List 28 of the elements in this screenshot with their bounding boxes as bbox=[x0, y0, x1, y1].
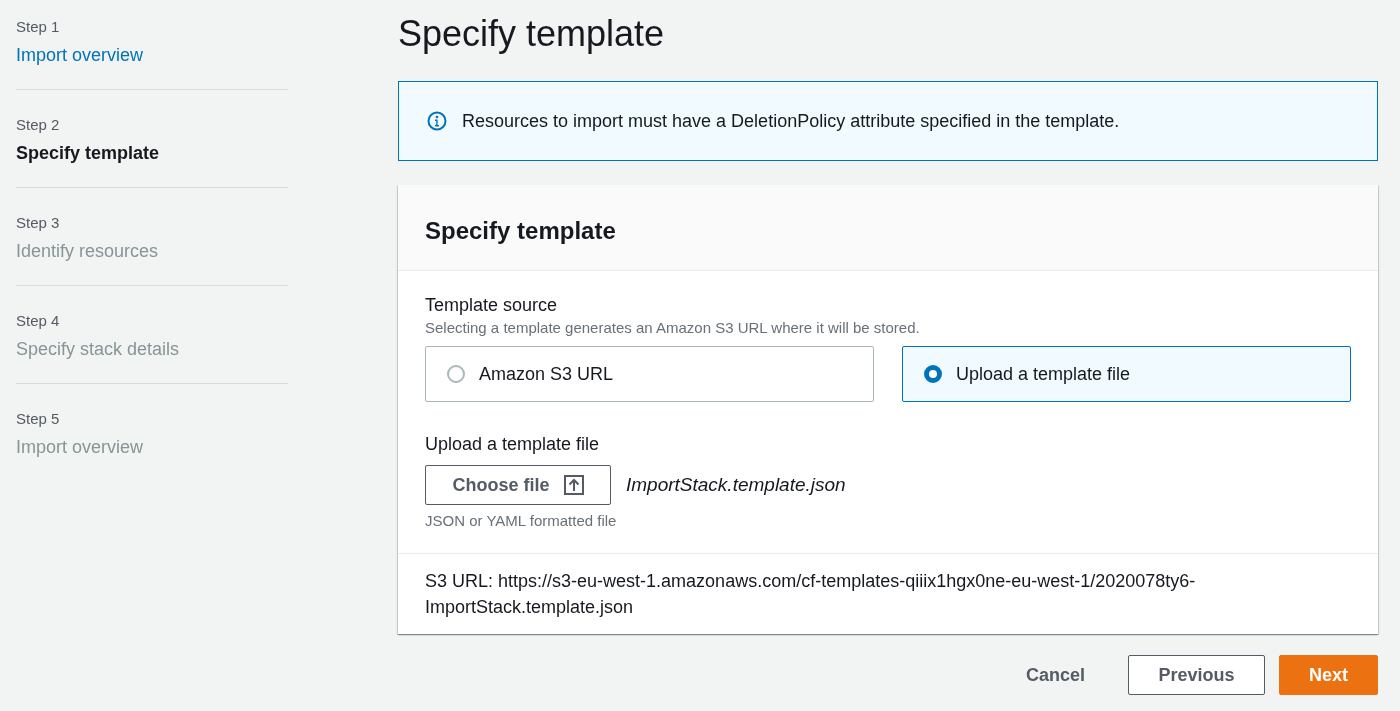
panel-title: Specify template bbox=[425, 216, 616, 246]
page-title: Specify template bbox=[398, 12, 665, 56]
step-title: Specify template bbox=[16, 142, 160, 165]
info-icon bbox=[427, 111, 447, 131]
step-label: Step 4 bbox=[16, 311, 60, 331]
step-label: Step 2 bbox=[16, 115, 60, 135]
field-label: Template source bbox=[425, 294, 558, 317]
previous-button[interactable]: Previous bbox=[1128, 655, 1265, 695]
upload-icon bbox=[563, 475, 584, 495]
step-title: Identify resources bbox=[16, 240, 159, 263]
s3-url-text: S3 URL: https://s3-eu-west-1.amazonaws.com/cf-templates-qiiix1hgx0ne-eu-west-1/2020078ty6-ImportStack.template.json bbox=[425, 570, 1197, 619]
radio-option[interactable]: Amazon S3 URL bbox=[425, 346, 874, 402]
step-title: Specify stack details bbox=[16, 338, 180, 361]
step-link[interactable]: Import overview bbox=[16, 41, 144, 69]
file-name: ImportStack.template.json bbox=[626, 472, 846, 497]
field-description: Selecting a template generates an Amazon S3 URL where it will be stored. bbox=[425, 318, 920, 338]
radio-option[interactable]: Upload a template file bbox=[902, 346, 1351, 402]
radio-button[interactable] bbox=[924, 365, 942, 383]
field-hint: JSON or YAML formatted file bbox=[425, 511, 617, 531]
radio-button[interactable] bbox=[447, 365, 465, 383]
alert-message: Resources to import must have a DeletionPolicy attribute specified in the template. bbox=[462, 110, 1120, 133]
choose-file-button[interactable]: Choose file bbox=[425, 465, 611, 505]
step-title: Import overview bbox=[16, 436, 144, 459]
step-label: Step 5 bbox=[16, 409, 60, 429]
step-label: Step 3 bbox=[16, 213, 60, 233]
step-label: Step 1 bbox=[16, 17, 60, 37]
cancel-button[interactable]: Cancel bbox=[1005, 655, 1105, 695]
field-label: Upload a template file bbox=[425, 433, 600, 456]
